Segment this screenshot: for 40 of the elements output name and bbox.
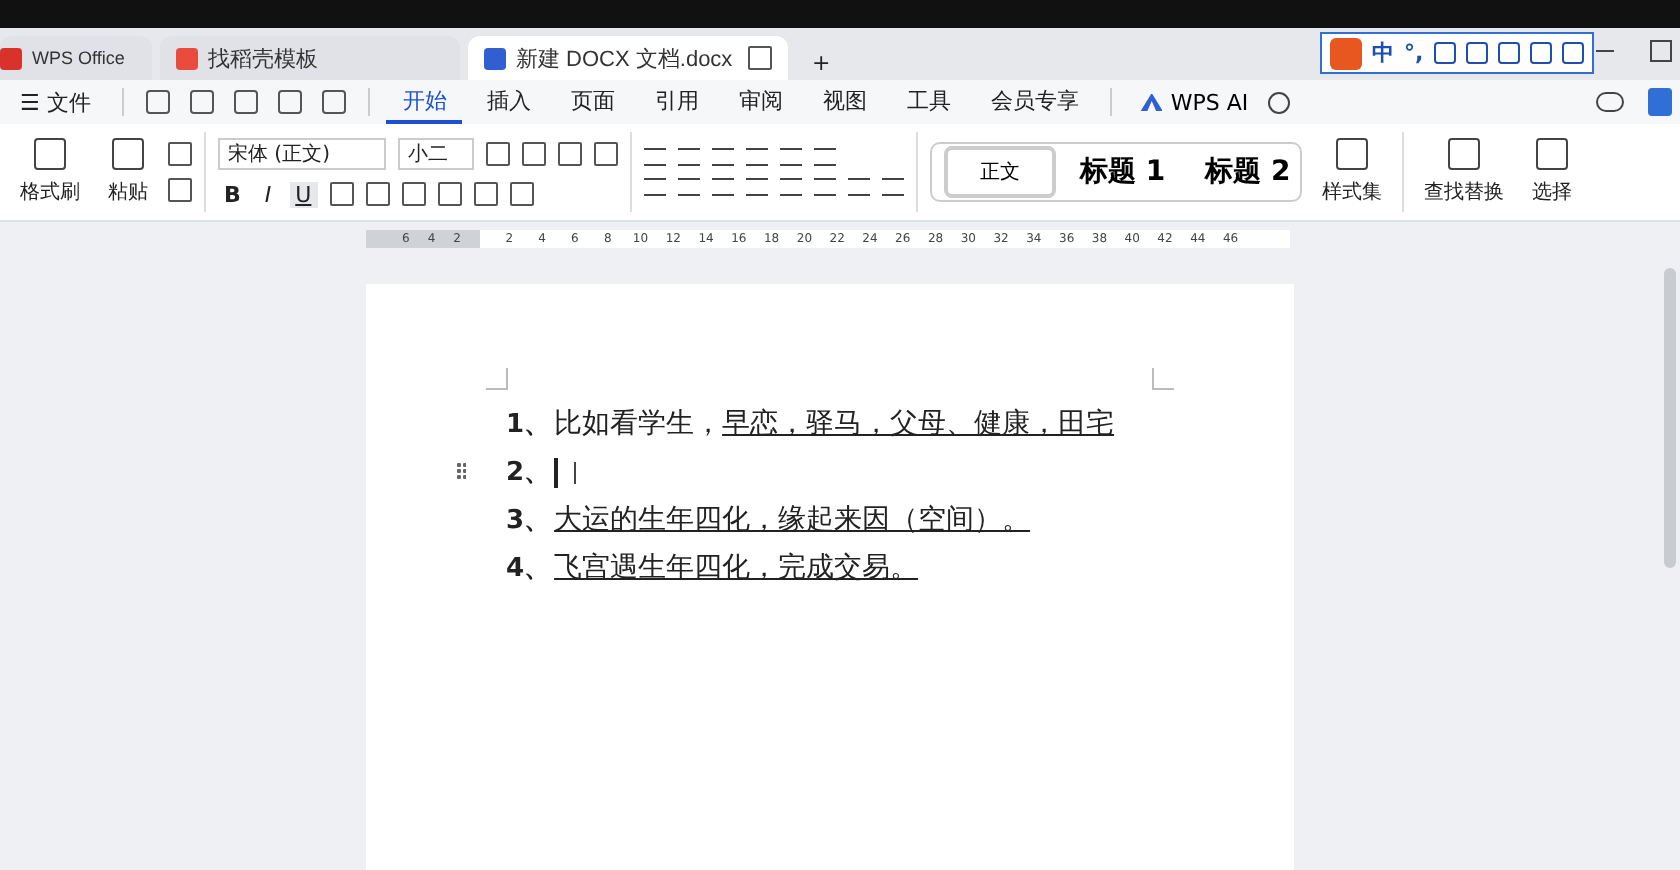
logo-icon [0,47,22,69]
style-option[interactable]: 正文 [944,146,1056,198]
ribbon-tab[interactable]: 会员专享 [974,81,1095,123]
list-item-text: 飞宫遇生年四化，完成交易。 [554,550,919,586]
list-item-text: 比如看学生，早恋，驿马，父母、健康，田宅 [554,406,1115,442]
ribbon-tab[interactable]: 视图 [806,81,883,123]
window-tab[interactable]: WPS Office [0,36,152,80]
wps-ai-button[interactable]: WPS AI [1128,87,1261,117]
find-replace-button[interactable]: 查找替换 [1416,138,1512,206]
ribbon-tab[interactable]: 页面 [554,81,631,123]
new-tab-button[interactable]: + [796,46,847,80]
input-method-toolbar[interactable]: 中 °, [1320,32,1594,74]
ai-logo-icon [1140,93,1163,111]
window-tab[interactable]: 找稻壳模板 [160,36,460,80]
font-dropdown[interactable]: 宋体 (正文) [218,137,386,169]
list-item-text: 大运的生年四化，缘起来因（空间）。 [554,502,1031,538]
italic-button[interactable]: I [258,181,278,207]
format-painter-button[interactable]: 格式刷 [12,138,88,206]
bold-button[interactable]: B [218,181,247,207]
window-tab[interactable]: 新建 DOCX 文档.docx [468,36,788,80]
underline-button[interactable]: U [289,181,318,207]
list-number: 3、 [506,504,551,538]
ribbon-tab[interactable]: 引用 [638,81,715,123]
scrollbar[interactable] [1664,268,1676,568]
font-size-dropdown[interactable]: 小二 [398,137,474,169]
ribbon-tab[interactable]: 插入 [470,81,547,123]
drag-handle-icon[interactable] [456,462,466,480]
style-option[interactable]: 标题 1 [1064,146,1182,198]
ribbon-tab[interactable]: 工具 [890,81,967,123]
style-option[interactable]: 标题 2 [1189,146,1307,198]
ime-logo-icon [1330,37,1362,69]
select-button[interactable]: 选择 [1524,138,1580,206]
list-number: 1、 [506,408,551,442]
file-menu[interactable]: ☰ 文件 [4,83,107,121]
style-set-button[interactable]: 样式集 [1314,138,1390,206]
list-number: 4、 [506,552,551,586]
list-number: 2、 [506,456,551,490]
restore-icon[interactable] [1650,40,1672,62]
paste-button[interactable]: 粘贴 [100,138,156,206]
ribbon-tab[interactable]: 审阅 [722,81,799,123]
